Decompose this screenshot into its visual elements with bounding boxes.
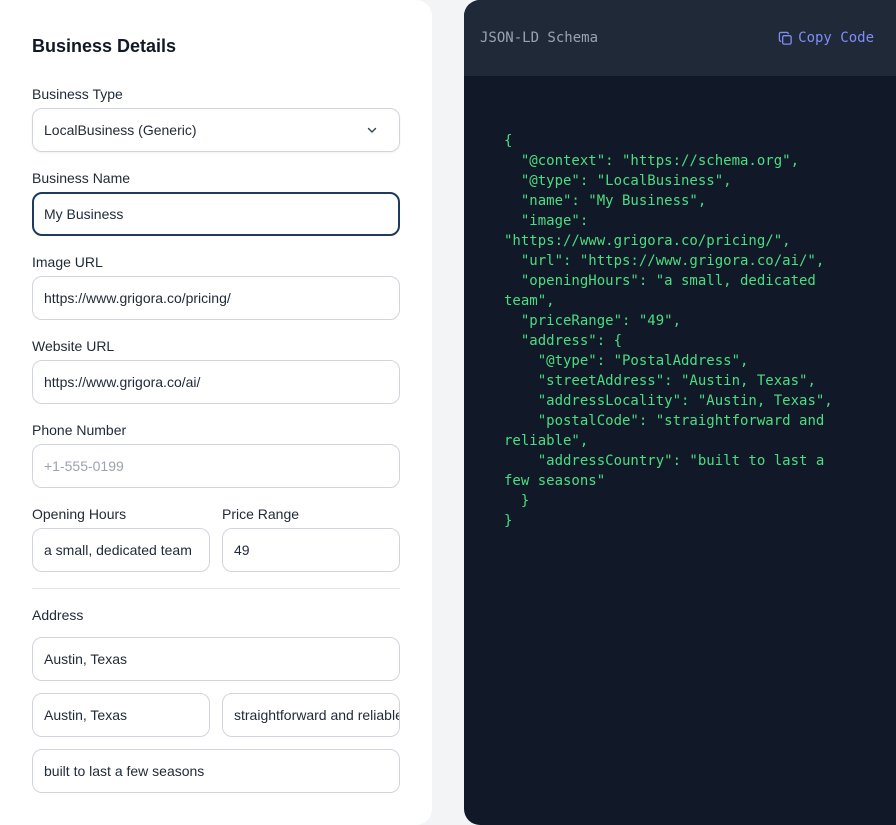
website-url-input[interactable]: https://www.grigora.co/ai/	[32, 360, 400, 404]
opening-hours-input[interactable]: a small, dedicated team	[32, 528, 210, 572]
address-locality-input[interactable]: Austin, Texas	[32, 693, 210, 737]
copy-code-button[interactable]: Copy Code	[778, 30, 874, 46]
price-range-label: Price Range	[222, 506, 300, 522]
json-ld-panel: JSON-LD Schema Copy Code { "@context": "…	[464, 0, 896, 825]
business-name-label: Business Name	[32, 170, 131, 186]
price-range-input[interactable]: 49	[222, 528, 400, 572]
business-details-form: Business Details Business Type LocalBusi…	[0, 0, 432, 825]
postal-code-input[interactable]: straightforward and reliable	[222, 693, 400, 737]
image-url-input[interactable]: https://www.grigora.co/pricing/	[32, 276, 400, 320]
section-divider	[32, 588, 400, 589]
address-label: Address	[32, 607, 84, 623]
form-title: Business Details	[32, 36, 177, 56]
business-type-select[interactable]: LocalBusiness (Generic)	[32, 108, 400, 152]
copy-icon	[778, 31, 792, 45]
address-country-input[interactable]: built to last a few seasons	[32, 749, 400, 793]
copy-code-label: Copy Code	[798, 30, 874, 46]
phone-number-input[interactable]: +1-555-0199	[32, 444, 400, 488]
phone-number-label: Phone Number	[32, 422, 127, 438]
business-name-input[interactable]: My Business	[32, 192, 400, 236]
business-type-label: Business Type	[32, 86, 123, 102]
street-address-input[interactable]: Austin, Texas	[32, 637, 400, 681]
code-panel-title: JSON-LD Schema	[480, 30, 599, 46]
website-url-label: Website URL	[32, 338, 115, 354]
business-type-value: LocalBusiness (Generic)	[44, 122, 197, 138]
opening-hours-label: Opening Hours	[32, 506, 127, 522]
image-url-label: Image URL	[32, 254, 103, 270]
chevron-down-icon	[367, 127, 377, 133]
json-ld-code: { "@context": "https://schema.org", "@ty…	[504, 133, 833, 529]
code-panel-header: JSON-LD Schema Copy Code	[464, 0, 896, 77]
